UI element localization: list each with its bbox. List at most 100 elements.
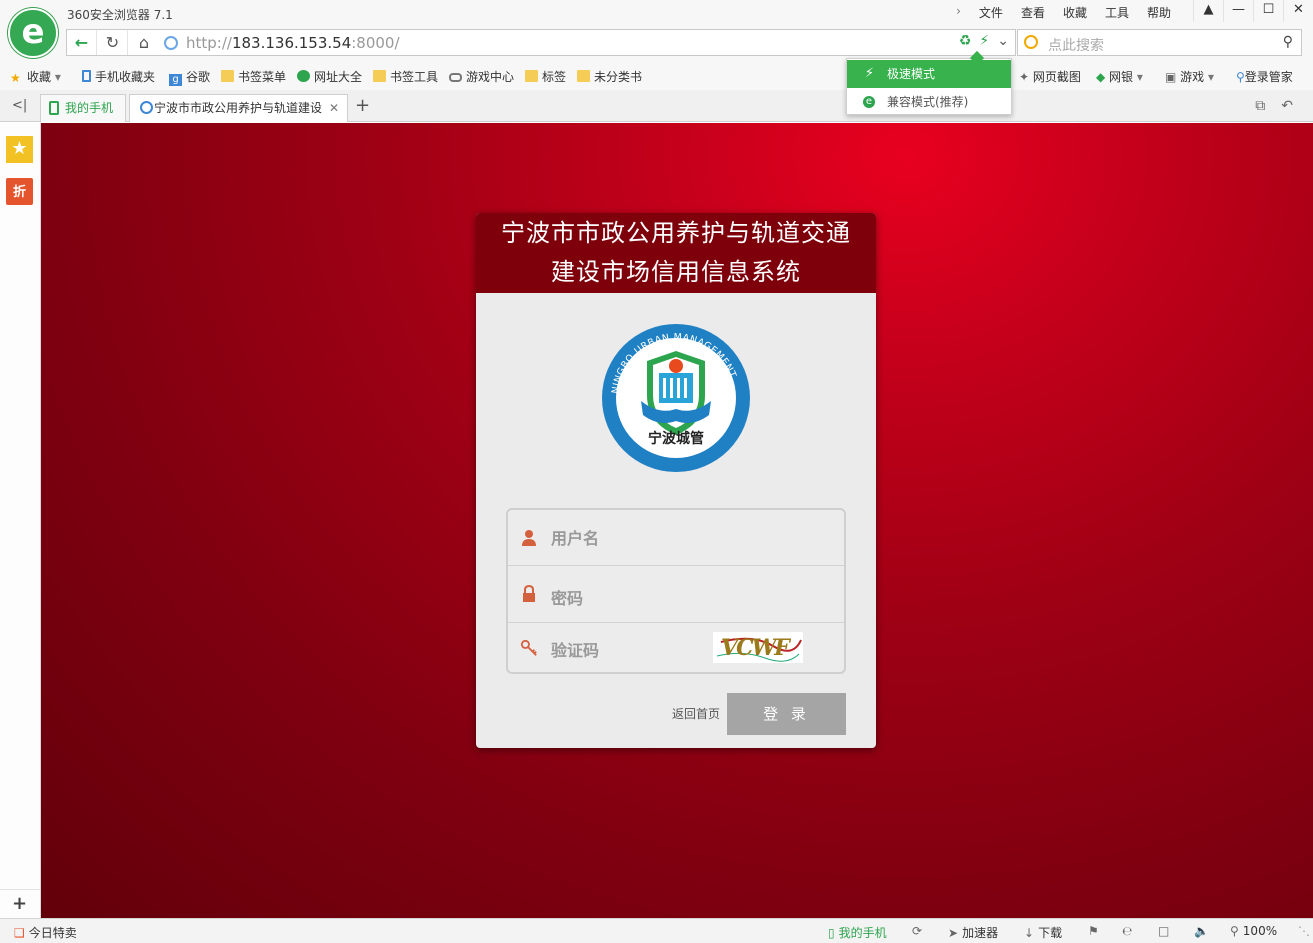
browser-logo[interactable]: e [8, 8, 58, 58]
menu-help[interactable]: 帮助 [1147, 4, 1171, 21]
captcha-input[interactable]: 验证码 [551, 637, 599, 661]
new-tab-button[interactable]: + [355, 95, 370, 116]
password-field[interactable]: 密码 [508, 566, 844, 623]
status-label: 加速器 [962, 926, 999, 940]
flag-icon[interactable]: ⚑ [1088, 924, 1103, 938]
discount-icon[interactable]: 折 [6, 178, 33, 205]
status-my-phone[interactable]: ▯ 我的手机 [828, 924, 887, 941]
bookmark-menu[interactable]: 书签菜单 [221, 68, 286, 85]
key-search-icon: ⚲ [1236, 70, 1245, 84]
minimize-button[interactable]: — [1223, 0, 1253, 22]
search-icon[interactable]: ⚲ [1283, 34, 1293, 50]
password-input[interactable]: 密码 [551, 585, 583, 609]
main-menu: › 文件 查看 收藏 工具 帮助 [956, 4, 1171, 21]
chevron-right-icon[interactable]: › [956, 4, 961, 21]
favorites-star-icon[interactable]: ★ [6, 136, 33, 163]
menu-view[interactable]: 查看 [1021, 4, 1045, 21]
login-form: 用户名 密码 验证码 VCWF [506, 508, 846, 674]
lightning-icon: ⚡ [864, 66, 875, 81]
login-manager[interactable]: ⚲登录管家 [1236, 68, 1293, 85]
url-prefix: http:// [186, 34, 232, 52]
status-label: 今日特卖 [28, 926, 77, 940]
menu-favorites[interactable]: 收藏 [1063, 4, 1087, 21]
ie-status-icon[interactable]: ℮ [1122, 924, 1136, 938]
captcha-image[interactable]: VCWF [713, 632, 803, 663]
globe-icon [140, 101, 153, 114]
compat-mode-item[interactable]: e 兼容模式(推荐) [847, 88, 1011, 116]
recycle-icon[interactable]: ♻ [959, 33, 972, 49]
page-security-icon [164, 36, 178, 50]
sidebar-toggle-icon[interactable]: <| [12, 98, 27, 113]
screenshot-tool[interactable]: ✦ 网页截图 [1019, 68, 1081, 85]
close-button[interactable]: ✕ [1283, 0, 1313, 22]
bookmark-google[interactable]: g 谷歌 [169, 68, 210, 86]
bookmark-games[interactable]: 游戏中心 [449, 68, 514, 85]
bank-tool[interactable]: ◆ 网银 ▾ [1096, 68, 1143, 85]
username-field[interactable]: 用户名 [508, 510, 844, 566]
bookmark-uncategorized[interactable]: 未分类书 [577, 68, 642, 85]
logo-letter: e [21, 12, 45, 52]
menu-tools[interactable]: 工具 [1105, 4, 1129, 21]
bookmark-sites[interactable]: 网址大全 [297, 68, 362, 85]
divider [0, 889, 40, 890]
app-title: 360安全浏览器 7.1 [67, 8, 173, 22]
search-engine-icon[interactable] [1024, 35, 1038, 49]
zoom-control[interactable]: ⚲ 100% [1230, 924, 1277, 938]
chevron-down-icon[interactable]: ▾ [1208, 70, 1214, 84]
undo-close-icon[interactable]: ↶ [1281, 98, 1293, 114]
bookmark-tags[interactable]: 标签 [525, 68, 566, 85]
chevron-down-icon[interactable]: ▾ [1137, 70, 1143, 84]
tab-tools: ⧉ ↶ [1255, 98, 1293, 114]
login-button[interactable]: 登 录 [727, 693, 846, 735]
search-input[interactable]: 点此搜索 [1048, 35, 1104, 55]
lightning-icon[interactable]: ⚡ [979, 33, 989, 49]
bookmark-favorites[interactable]: ★ 收藏 ▾ [10, 68, 61, 85]
search-box[interactable]: 点此搜索 ⚲ [1017, 29, 1302, 56]
download[interactable]: ↓ 下载 [1024, 924, 1062, 941]
bookmark-label: 标签 [542, 70, 567, 84]
gamepad-icon [449, 73, 462, 82]
window-icon[interactable]: □ [1158, 924, 1173, 938]
captcha-field[interactable]: 验证码 VCWF [508, 623, 844, 672]
mode-label: 极速模式 [887, 67, 936, 81]
tab-active-page[interactable]: 宁波市市政公用养护与轨道建设 ✕ [129, 94, 348, 122]
tab-my-phone[interactable]: 我的手机 [40, 94, 126, 122]
url-port: :8000/ [351, 34, 400, 52]
chevron-down-icon[interactable]: ▾ [55, 70, 61, 84]
accelerator[interactable]: ➤ 加速器 [948, 924, 998, 941]
today-deal[interactable]: ❑ 今日特卖 [14, 924, 77, 941]
games-tool[interactable]: ▣ 游戏 ▾ [1165, 68, 1214, 85]
maximize-button[interactable]: ☐ [1253, 0, 1283, 22]
skin-icon[interactable]: ▲ [1193, 0, 1223, 22]
bookmark-tools[interactable]: 书签工具 [373, 68, 438, 85]
scissors-icon: ✦ [1019, 70, 1033, 84]
menu-file[interactable]: 文件 [979, 4, 1003, 21]
chevron-down-icon[interactable]: ⌄ [997, 33, 1009, 49]
zoom-icon: ⚲ [1230, 924, 1239, 938]
username-input[interactable]: 用户名 [551, 525, 599, 549]
gamepad-icon: ▣ [1165, 70, 1181, 84]
lock-icon [523, 585, 535, 602]
address-bar[interactable]: ← ↻ ⌂ http://183.136.153.54:8000/ ♻ ⚡ ⌄ [66, 29, 1016, 56]
bookmark-label: 手机收藏夹 [95, 70, 156, 84]
system-title-line1: 宁波市市政公用养护与轨道交通 [501, 219, 851, 247]
tab-list-icon[interactable]: ⧉ [1255, 98, 1265, 114]
address-row: ← ↻ ⌂ http://183.136.153.54:8000/ ♻ ⚡ ⌄ … [0, 26, 1313, 60]
back-home-link[interactable]: 返回首页 [672, 705, 720, 722]
bookmark-label: 网址大全 [314, 70, 363, 84]
refresh-icon[interactable]: ↻ [98, 30, 128, 55]
history-icon[interactable]: ⟳ [912, 924, 926, 938]
fast-mode-item[interactable]: ⚡ 极速模式 [847, 60, 1011, 88]
render-mode-menu: ⚡ 极速模式 e 兼容模式(推荐) [846, 58, 1012, 115]
url-text[interactable]: http://183.136.153.54:8000/ [186, 34, 400, 52]
flag-glyph: ⚑ [1088, 924, 1099, 938]
home-icon[interactable]: ⌂ [129, 30, 159, 55]
bookmark-mobile[interactable]: 手机收藏夹 [82, 68, 155, 85]
bookmark-label: 书签工具 [390, 70, 439, 84]
back-icon[interactable]: ← [67, 30, 97, 55]
volume-icon[interactable]: 🔈 [1194, 924, 1213, 938]
close-tab-icon[interactable]: ✕ [329, 95, 339, 121]
sidebar-add-button[interactable]: + [12, 893, 27, 914]
window-glyph: □ [1158, 924, 1170, 938]
resize-grip-icon[interactable]: ⋱ [1298, 924, 1310, 938]
